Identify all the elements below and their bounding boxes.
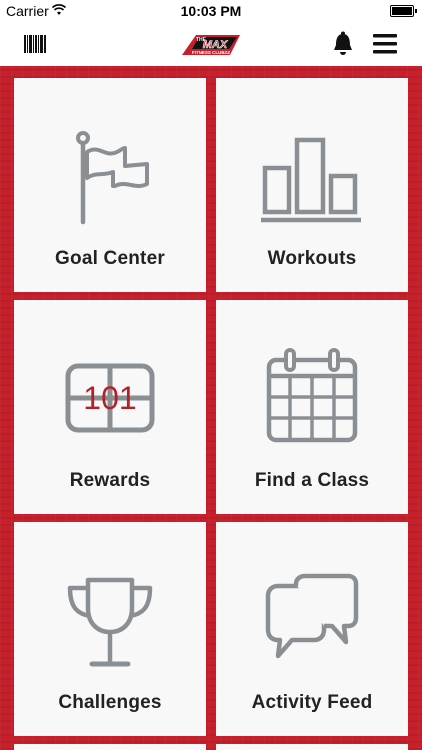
dashboard-grid: Goal Center Workouts 101 Rewards Find a … [0, 66, 422, 750]
tile-label: Challenges [58, 692, 162, 713]
status-bar: Carrier 10:03 PM [0, 0, 422, 22]
trophy-icon [67, 577, 153, 667]
logo: THE MAX FITNESS CLUBZZ [182, 35, 240, 55]
activity-feed-tile[interactable]: Activity Feed [216, 522, 408, 736]
scoreboard-icon: 101 [65, 363, 155, 433]
bell-icon[interactable] [332, 31, 354, 56]
chat-bubbles-icon [265, 573, 359, 659]
tile-label: Activity Feed [251, 692, 373, 713]
tile-label: Rewards [69, 470, 151, 491]
tile-label: Workouts [267, 248, 357, 269]
clock: 10:03 PM [180, 3, 242, 19]
goal-center-tile[interactable]: Goal Center [14, 78, 206, 292]
calendar-icon [266, 348, 358, 443]
bar-chart-icon [261, 137, 361, 223]
logo-sub-text: FITNESS CLUBZZ [192, 50, 230, 55]
workouts-tile[interactable]: Workouts [216, 78, 408, 292]
rewards-tile[interactable]: 101 Rewards [14, 300, 206, 514]
next-row-tile-right[interactable] [216, 744, 408, 750]
scoreboard-number: 101 [83, 380, 136, 416]
challenges-tile[interactable]: Challenges [14, 522, 206, 736]
tile-label: Find a Class [254, 470, 370, 491]
nav-bar: THE MAX FITNESS CLUBZZ [0, 22, 422, 66]
barcode-icon[interactable] [24, 35, 46, 53]
next-row-tile-left[interactable] [14, 744, 206, 750]
flag-icon [76, 131, 149, 225]
battery-icon [390, 5, 417, 17]
menu-icon[interactable] [373, 34, 397, 54]
find-a-class-tile[interactable]: Find a Class [216, 300, 408, 514]
tile-label: Goal Center [55, 248, 165, 269]
